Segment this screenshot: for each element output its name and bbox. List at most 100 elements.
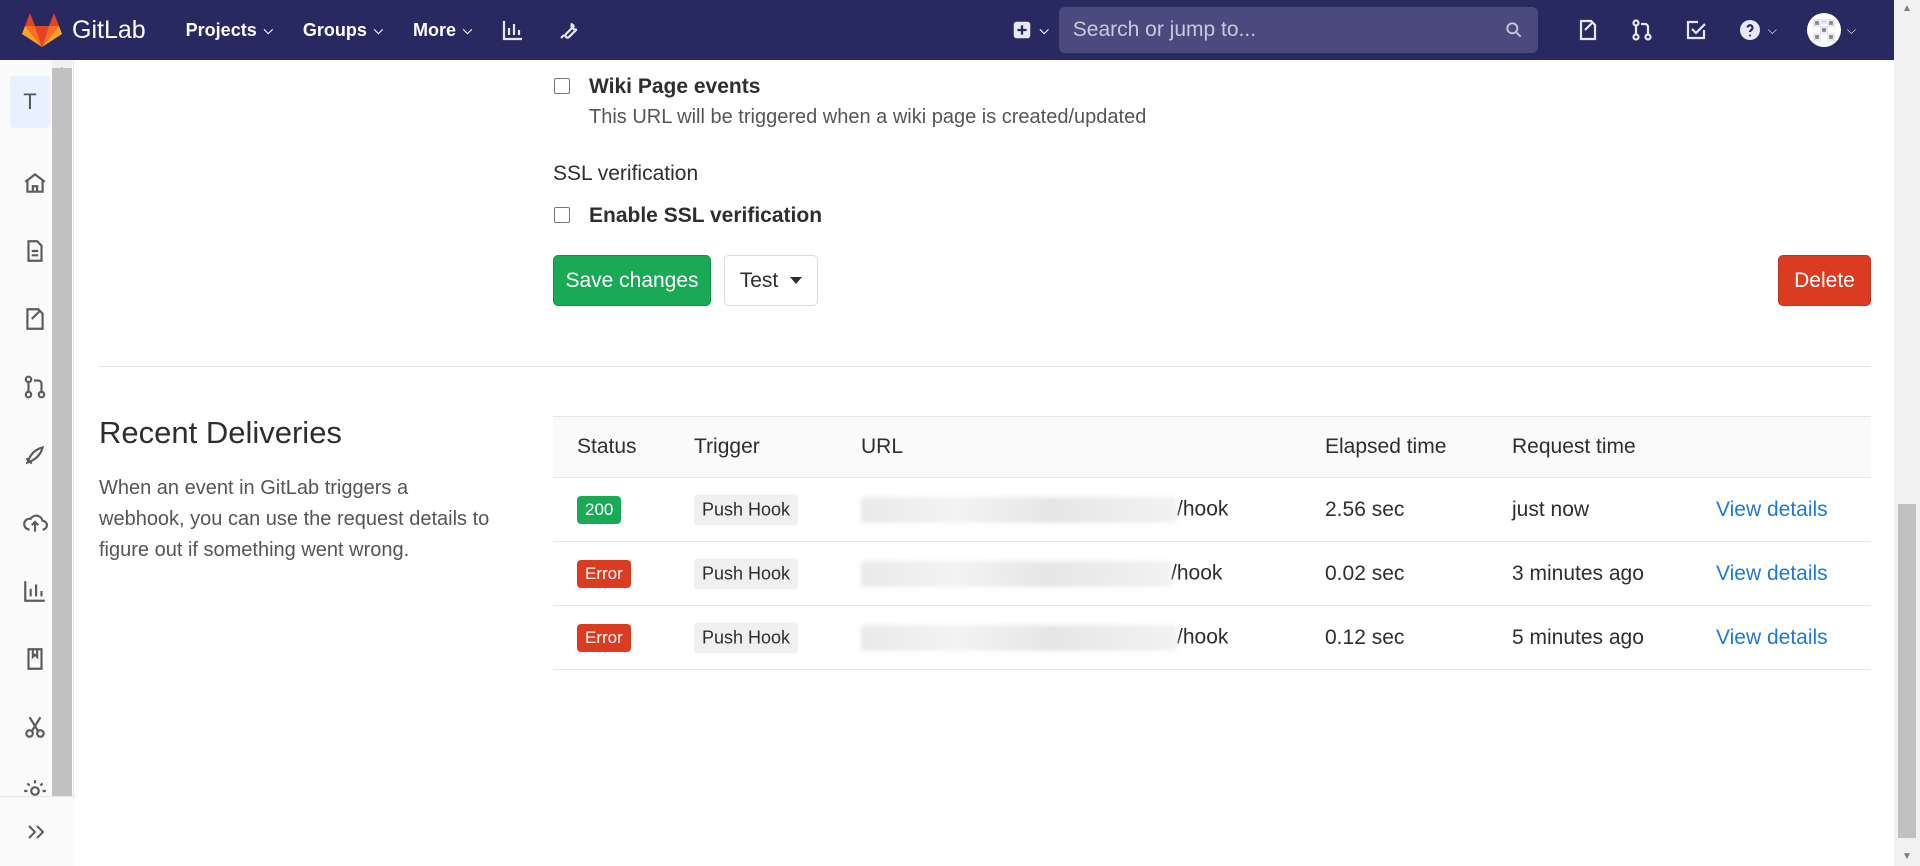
test-button-label: Test [739,268,779,292]
test-dropdown-button[interactable]: Test [724,255,818,306]
search-icon [1506,22,1522,38]
rocket-icon[interactable] [22,442,48,468]
search-input[interactable]: Search or jump to... [1058,7,1538,53]
view-details-link[interactable]: View details [1716,498,1828,522]
description-line: When an event in GitLab triggers a [99,477,409,499]
view-details-link[interactable]: View details [1716,562,1828,586]
chevron-down-icon: ⌵ [373,22,383,37]
chevron-down-icon: ⌵ [1767,22,1777,37]
request-time: just now [1512,497,1590,521]
admin-wrench-icon[interactable] [554,15,584,45]
caret-down-icon [790,277,803,284]
sidebar-scrollbar[interactable] [52,68,72,858]
recent-deliveries-title: Recent Deliveries [99,415,342,450]
trigger-badge: Push Hook [694,558,799,589]
request-time: 3 minutes ago [1512,561,1644,585]
trigger-badge: Push Hook [694,494,799,525]
status-badge: Error [577,559,631,588]
col-url: URL [861,435,904,458]
snippets-scissors-icon[interactable] [22,714,48,740]
col-elapsed-time: Elapsed time [1325,435,1447,458]
status-badge: Error [577,623,631,652]
redacted-url [861,624,1177,651]
project-avatar[interactable]: T [10,76,50,128]
wiki-page-events-checkbox[interactable] [554,78,570,94]
status-badge: 200 [577,495,622,524]
elapsed-time: 2.56 sec [1325,497,1405,521]
new-item-dropdown[interactable]: ⌵ [1011,19,1049,41]
view-details-link[interactable]: View details [1716,626,1828,650]
url-suffix: /hook [1171,561,1223,585]
repository-doc-icon[interactable] [22,238,48,264]
request-time: 5 minutes ago [1512,625,1644,649]
nav-groups[interactable]: Groups ⌵ [303,20,383,41]
top-navbar: GitLab Projects ⌵ Groups ⌵ More ⌵ ⌵ Search … [0,0,1894,60]
plus-square-icon [1013,21,1030,39]
table-row: 200 Push Hook /hook 2.56 sec just now Vi… [553,478,1871,542]
nav-projects-label: Projects [185,19,257,40]
chevron-down-icon: ⌵ [1846,22,1856,37]
redacted-url [861,560,1171,587]
url-cell: /hook [861,560,1223,587]
project-sidebar: ▲ T [0,60,74,866]
recent-deliveries-description: When an event in GitLab triggers a webho… [99,473,489,566]
gitlab-logo[interactable]: GitLab [22,12,146,48]
col-request-time: Request time [1512,435,1636,458]
save-changes-button[interactable]: Save changes [553,255,711,306]
redacted-url [861,496,1177,523]
nav-projects[interactable]: Projects ⌵ [186,20,273,41]
url-cell: /hook [861,496,1229,523]
description-line: webhook, you can use the request details… [99,508,490,530]
settings-gear-icon[interactable] [22,778,48,796]
todos-icon[interactable] [1684,18,1708,42]
nav-groups-label: Groups [302,19,367,40]
deliveries-table: Status Trigger URL Elapsed time Request … [553,416,1871,670]
nav-more-label: More [412,19,456,40]
ssl-verification-heading: SSL verification [553,162,699,185]
trigger-badge: Push Hook [694,622,799,653]
wiki-page-events-help: This URL will be triggered when a wiki p… [589,106,1147,128]
double-chevron-right-icon [28,824,45,839]
url-suffix: /hook [1177,497,1229,521]
nav-more[interactable]: More ⌵ [413,20,472,41]
col-status: Status [577,435,637,458]
issues-icon[interactable] [22,306,48,332]
home-icon[interactable] [22,170,48,196]
chevron-down-icon: ⌵ [462,22,473,37]
elapsed-time: 0.12 sec [1325,625,1405,649]
chevron-down-icon: ⌵ [1039,22,1049,37]
user-menu[interactable]: ⌵ [1806,13,1856,47]
identicon-icon [1812,18,1835,42]
table-row: Error Push Hook /hook 0.02 sec 3 minutes… [553,542,1871,606]
help-dropdown[interactable]: ⌵ [1738,18,1777,42]
analytics-chart-icon[interactable] [22,578,48,604]
gitlab-tanuki-icon [22,13,62,47]
col-trigger: Trigger [694,435,760,458]
wiki-book-icon[interactable] [22,646,48,672]
collapse-sidebar-button[interactable] [0,796,74,866]
activity-chart-icon[interactable] [498,15,528,45]
section-divider [99,366,1871,367]
table-header-row: Status Trigger URL Elapsed time Request … [553,416,1871,478]
chevron-down-icon: ⌵ [263,22,273,37]
enable-ssl-checkbox[interactable] [554,207,570,223]
brand-name: GitLab [72,15,146,44]
url-suffix: /hook [1177,625,1229,649]
url-cell: /hook [861,624,1229,651]
cloud-upload-icon[interactable] [22,510,48,536]
issues-icon[interactable] [1576,18,1600,42]
scroll-down-arrow[interactable]: ▼ [1894,848,1920,866]
elapsed-time: 0.02 sec [1325,561,1405,585]
wiki-page-events-label: Wiki Page events [589,75,761,98]
merge-requests-icon[interactable] [1630,18,1654,42]
avatar [1806,13,1841,47]
window-scrollbar[interactable]: ▲ ▼ [1894,0,1920,866]
enable-ssl-label: Enable SSL verification [589,204,823,227]
merge-requests-icon[interactable] [22,374,48,400]
scrollbar-thumb[interactable] [1898,504,1916,838]
description-line: figure out if something went wrong. [99,539,410,561]
main-content: Wiki Page events This URL will be trigge… [74,60,1894,866]
delete-button[interactable]: Delete [1778,255,1871,306]
scroll-up-arrow[interactable]: ▲ [1894,0,1920,18]
table-row: Error Push Hook /hook 0.12 sec 5 minutes… [553,606,1871,670]
